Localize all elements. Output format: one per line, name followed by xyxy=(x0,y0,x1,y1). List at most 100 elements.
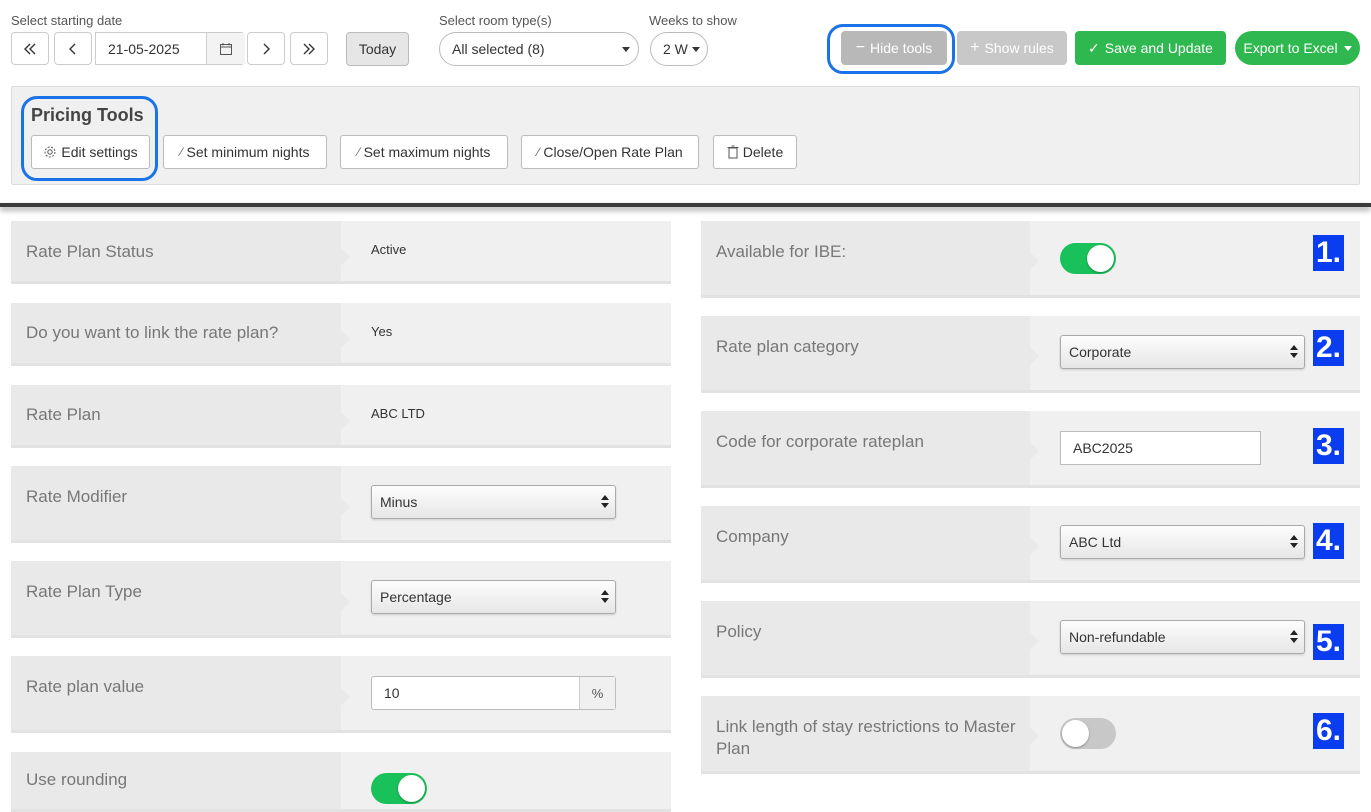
prev-button[interactable] xyxy=(54,32,92,65)
policy-value: Non-refundable xyxy=(1069,629,1166,645)
updown-icon xyxy=(1290,345,1298,359)
company-select[interactable]: ABC Ltd xyxy=(1060,525,1305,559)
rate-plan-type-value: Percentage xyxy=(380,589,452,605)
caret-down-icon xyxy=(622,47,630,52)
room-type-label: Select room type(s) xyxy=(439,13,552,28)
company-value: ABC Ltd xyxy=(1069,534,1122,550)
field-row: Rate plan category Corporate 2. xyxy=(701,316,1360,393)
rate-plan-category-select[interactable]: Corporate xyxy=(1060,335,1305,369)
field-label: Rate plan category xyxy=(716,337,859,356)
minus-icon: − xyxy=(855,39,866,56)
room-type-value: All selected (8) xyxy=(452,41,545,57)
calendar-icon xyxy=(220,42,232,55)
hide-tools-button[interactable]: − Hide tools xyxy=(841,31,947,65)
rate-plan-category-value: Corporate xyxy=(1069,344,1132,360)
hide-tools-label: Hide tools xyxy=(870,40,933,56)
magic-wand-icon: ⁄ xyxy=(537,145,540,159)
field-label: Do you want to link the rate plan? xyxy=(26,323,279,342)
available-ibe-toggle[interactable] xyxy=(1060,243,1116,274)
rate-plan-type-select[interactable]: Percentage xyxy=(371,580,616,614)
magic-wand-icon: ⁄ xyxy=(180,145,183,159)
rate-plan-value-group: 10 % xyxy=(371,676,616,710)
close-open-rate-plan-button[interactable]: ⁄ Close/Open Rate Plan xyxy=(521,135,699,169)
rate-plan-status-value: Active xyxy=(371,242,407,257)
field-row: Rate Plan Type Percentage xyxy=(11,561,671,638)
weeks-label: Weeks to show xyxy=(649,13,737,28)
today-button[interactable]: Today xyxy=(346,32,409,66)
field-row: Rate Modifier Minus xyxy=(11,466,671,543)
delete-label: Delete xyxy=(742,144,784,160)
field-label: Available for IBE: xyxy=(716,242,847,261)
show-rules-label: Show rules xyxy=(984,40,1054,56)
updown-icon xyxy=(1290,630,1298,644)
field-label: Policy xyxy=(716,622,762,641)
save-update-label: Save and Update xyxy=(1104,40,1213,56)
set-max-nights-label: Set maximum nights xyxy=(363,144,491,160)
plus-icon: + xyxy=(970,39,980,56)
show-rules-button[interactable]: + Show rules xyxy=(957,31,1067,65)
weeks-select[interactable]: 2 W xyxy=(650,32,708,66)
field-label: Company xyxy=(716,527,789,546)
link-los-toggle[interactable] xyxy=(1060,718,1116,749)
use-rounding-toggle[interactable] xyxy=(371,773,427,804)
field-label: Rate Plan xyxy=(26,405,101,424)
set-max-nights-button[interactable]: ⁄ Set maximum nights xyxy=(340,135,508,169)
rate-plan-value-input[interactable]: 10 xyxy=(384,685,400,701)
field-label: Code for corporate rateplan xyxy=(716,432,924,451)
updown-icon xyxy=(601,495,609,509)
date-input[interactable]: 21-05-2025 xyxy=(108,41,180,57)
double-chevron-left-icon xyxy=(24,43,36,54)
trash-icon xyxy=(727,145,739,159)
field-row: Policy Non-refundable 5. xyxy=(701,601,1360,678)
double-chevron-right-icon xyxy=(303,43,315,54)
field-label: Rate Plan Status xyxy=(26,242,154,261)
rate-modifier-value: Minus xyxy=(380,494,418,510)
delete-button[interactable]: Delete xyxy=(713,135,797,169)
set-min-nights-button[interactable]: ⁄ Set minimum nights xyxy=(163,135,327,169)
link-rate-plan-value: Yes xyxy=(371,324,393,339)
field-row: Use rounding xyxy=(11,752,671,812)
updown-icon xyxy=(601,590,609,604)
calendar-button[interactable] xyxy=(206,33,245,64)
step-badge: 1. xyxy=(1313,235,1344,271)
gear-icon xyxy=(44,146,56,158)
section-divider xyxy=(0,203,1371,207)
field-row: Company ABC Ltd 4. xyxy=(701,506,1360,583)
step-badge: 3. xyxy=(1313,428,1344,464)
updown-icon xyxy=(1290,535,1298,549)
caret-down-icon xyxy=(1343,45,1352,51)
check-icon: ✓ xyxy=(1088,39,1100,56)
field-row: Code for corporate rateplan ABC2025 3. xyxy=(701,411,1360,488)
field-row: Available for IBE: 1. xyxy=(701,221,1360,298)
next-button[interactable] xyxy=(247,32,285,65)
save-update-button[interactable]: ✓ Save and Update xyxy=(1075,31,1226,65)
room-type-select[interactable]: All selected (8) xyxy=(439,32,639,66)
jump-forward-button[interactable] xyxy=(290,32,328,65)
field-label: Rate plan value xyxy=(26,677,145,696)
field-row: Rate Plan Status Active xyxy=(11,221,671,284)
field-row: Rate Plan ABC LTD xyxy=(11,385,671,448)
close-open-rate-plan-label: Close/Open Rate Plan xyxy=(543,144,683,160)
step-badge: 4. xyxy=(1313,523,1344,559)
corporate-code-input[interactable]: ABC2025 xyxy=(1060,431,1261,465)
corporate-code-value: ABC2025 xyxy=(1073,440,1133,456)
field-label: Use rounding xyxy=(26,770,128,789)
edit-settings-button[interactable]: Edit settings xyxy=(31,135,150,169)
caret-down-icon xyxy=(692,47,700,52)
export-label: Export to Excel xyxy=(1243,40,1338,56)
policy-select[interactable]: Non-refundable xyxy=(1060,620,1305,654)
step-badge: 5. xyxy=(1313,624,1344,660)
rate-modifier-select[interactable]: Minus xyxy=(371,485,616,519)
edit-settings-label: Edit settings xyxy=(61,144,138,160)
step-badge: 2. xyxy=(1313,330,1344,366)
date-picker[interactable]: 21-05-2025 xyxy=(95,32,245,65)
magic-wand-icon: ⁄ xyxy=(357,145,360,159)
field-row: Link length of stay restrictions to Mast… xyxy=(701,696,1360,774)
field-row: Do you want to link the rate plan? Yes xyxy=(11,303,671,366)
date-label: Select starting date xyxy=(11,13,123,28)
set-min-nights-label: Set minimum nights xyxy=(186,144,310,160)
chevron-right-icon xyxy=(263,43,270,54)
jump-back-button[interactable] xyxy=(11,32,49,65)
export-excel-button[interactable]: Export to Excel xyxy=(1235,31,1360,65)
percent-addon: % xyxy=(579,677,615,709)
